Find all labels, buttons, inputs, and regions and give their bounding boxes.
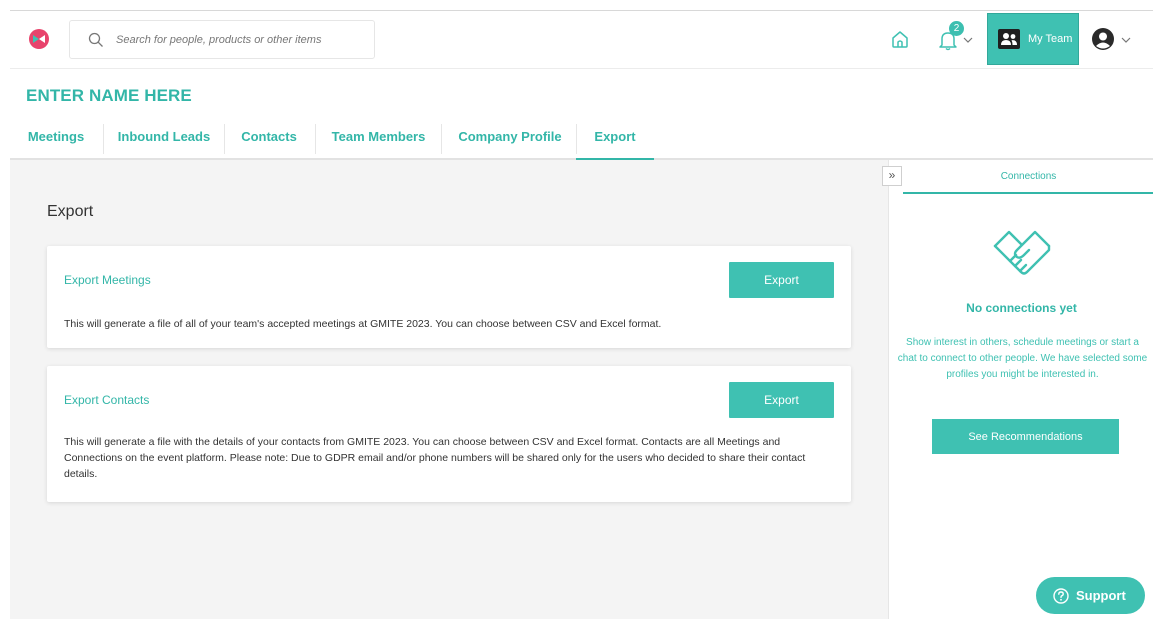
export-contacts-description: This will generate a file with the detai… <box>64 436 806 480</box>
export-meetings-button[interactable]: Export <box>729 262 834 298</box>
chevron-down-icon[interactable] <box>1121 36 1131 44</box>
chevron-down-icon <box>963 37 973 43</box>
user-avatar-icon[interactable] <box>1091 27 1115 51</box>
connections-panel: » Connections No connections yet Show in… <box>882 160 1153 619</box>
top-header: 2 My Team <box>10 11 1153 69</box>
brand-logo-icon[interactable] <box>28 28 50 50</box>
tab-bar: Meetings Inbound Leads Contacts Team Mem… <box>10 118 1153 160</box>
collapse-panel-button[interactable]: » <box>882 166 902 186</box>
support-button[interactable]: Support <box>1036 577 1145 614</box>
my-team-label: My Team <box>1028 33 1073 45</box>
team-icon <box>998 29 1020 49</box>
tab-separator <box>315 124 316 154</box>
notifications-button[interactable]: 2 <box>935 21 977 55</box>
export-contacts-title[interactable]: Export Contacts <box>64 393 149 407</box>
tab-meetings[interactable]: Meetings <box>16 118 96 158</box>
tab-inbound-leads[interactable]: Inbound Leads <box>106 118 222 158</box>
tab-separator <box>224 124 225 154</box>
search-input[interactable] <box>116 31 366 49</box>
tab-export[interactable]: Export <box>576 118 654 160</box>
main-content: Export Export Meetings Export This will … <box>10 160 888 619</box>
handshake-icon <box>993 230 1051 275</box>
support-label: Support <box>1076 588 1126 603</box>
page-title: ENTER NAME HERE <box>26 86 192 105</box>
export-contacts-card: Export Contacts Export This will generat… <box>47 366 851 502</box>
tab-team-members[interactable]: Team Members <box>319 118 438 158</box>
see-recommendations-button[interactable]: See Recommendations <box>932 419 1119 454</box>
notification-count-badge: 2 <box>949 21 964 36</box>
my-team-button[interactable]: My Team <box>987 13 1079 65</box>
search-box[interactable] <box>69 20 375 59</box>
section-title: Export <box>47 203 94 220</box>
export-contacts-button[interactable]: Export <box>729 382 834 418</box>
tab-contacts[interactable]: Contacts <box>228 118 310 158</box>
tab-separator <box>441 124 442 154</box>
tab-connections[interactable]: Connections <box>903 160 1153 194</box>
export-meetings-title[interactable]: Export Meetings <box>64 273 151 287</box>
tab-company-profile[interactable]: Company Profile <box>446 118 574 158</box>
home-icon[interactable] <box>889 28 911 50</box>
search-icon <box>88 32 103 47</box>
empty-state-title: No connections yet <box>966 301 1077 315</box>
question-circle-icon <box>1053 587 1069 604</box>
tab-separator <box>103 124 104 154</box>
export-meetings-card: Export Meetings Export This will generat… <box>47 246 851 348</box>
export-meetings-description: This will generate a file of all of your… <box>64 318 662 330</box>
empty-state-description: Show interest in others, schedule meetin… <box>897 337 1148 380</box>
